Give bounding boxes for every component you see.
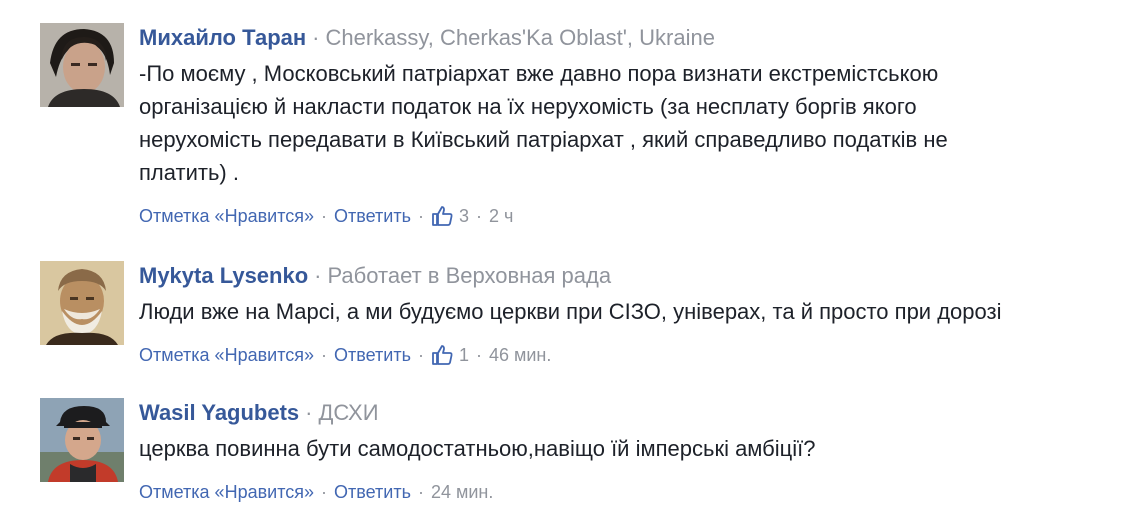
comment-body: Михайло Таран · Cherkassy, Cherkas'Ka Obla… (139, 23, 1115, 228)
comment-text-line: організацією й накласти податок на їх не… (139, 94, 917, 119)
author-name[interactable]: Wasil Yagubets (139, 400, 299, 425)
avatar[interactable] (40, 261, 124, 345)
reply-button[interactable]: Ответить (334, 204, 411, 228)
comment-text: -По моєму , Московський патріархат вже д… (139, 57, 1115, 189)
comment-body: Mykyta Lysenko · Работает в Верховная рада… (139, 261, 1115, 367)
comment-header: Михайло Таран · Cherkassy, Cherkas'Ka Obla… (139, 23, 1115, 53)
timestamp[interactable]: 2 ч (489, 204, 513, 228)
comment-text-line: -По моєму , Московський патріархат вже д… (139, 61, 939, 86)
separator-dot: · (475, 206, 482, 226)
separator-dot: · (475, 345, 482, 365)
author-location: Cherkassy, Cherkas'Ka Oblast', Ukraine (325, 25, 715, 50)
thumbs-up-icon[interactable] (431, 205, 453, 227)
separator-dot: · (417, 482, 424, 502)
comment-text-line: Люди вже на Марсі, а ми будуємо церкви п… (139, 299, 1002, 324)
avatar[interactable] (40, 398, 124, 482)
separator-dot: · (417, 206, 424, 226)
like-count[interactable]: 3 (459, 204, 469, 228)
author-name[interactable]: Михайло Таран (139, 25, 306, 50)
like-count[interactable]: 1 (459, 343, 469, 367)
comment-header: Mykyta Lysenko · Работает в Верховная рада (139, 261, 1115, 291)
comment-actions: Отметка «Нравится» · Ответить · 24 мин. (139, 480, 1115, 504)
comment-actions: Отметка «Нравится» · Ответить · 1 · 46 м… (139, 343, 1115, 367)
separator-dot: · (314, 263, 322, 288)
comment-header: Wasil Yagubets · ДСХИ (139, 398, 1115, 428)
timestamp[interactable]: 24 мин. (431, 480, 493, 504)
separator-dot: · (305, 400, 313, 425)
like-button[interactable]: Отметка «Нравится» (139, 204, 314, 228)
comment-actions: Отметка «Нравится» · Ответить · 3 · 2 ч (139, 204, 1115, 228)
timestamp[interactable]: 46 мин. (489, 343, 551, 367)
separator-dot: · (321, 345, 328, 365)
comment-text: церква повинна бути самодостатньою,навіщ… (139, 432, 1115, 465)
comment-text-line: платить) . (139, 160, 239, 185)
separator-dot: · (312, 25, 320, 50)
comment-text-line: нерухомість передавати в Київський патрі… (139, 127, 948, 152)
separator-dot: · (321, 206, 328, 226)
thumbs-up-icon[interactable] (431, 344, 453, 366)
separator-dot: · (417, 345, 424, 365)
comment-text-line: церква повинна бути самодостатньою,навіщ… (139, 436, 816, 461)
author-location: ДСХИ (318, 400, 379, 425)
like-button[interactable]: Отметка «Нравится» (139, 480, 314, 504)
comment-body: Wasil Yagubets · ДСХИ церква повинна бути … (139, 398, 1115, 504)
reply-button[interactable]: Ответить (334, 480, 411, 504)
author-location: Работает в Верховная рада (327, 263, 612, 288)
separator-dot: · (321, 482, 328, 502)
avatar[interactable] (40, 23, 124, 107)
reply-button[interactable]: Ответить (334, 343, 411, 367)
like-button[interactable]: Отметка «Нравится» (139, 343, 314, 367)
comment-text: Люди вже на Марсі, а ми будуємо церкви п… (139, 295, 1115, 328)
author-name[interactable]: Mykyta Lysenko (139, 263, 308, 288)
